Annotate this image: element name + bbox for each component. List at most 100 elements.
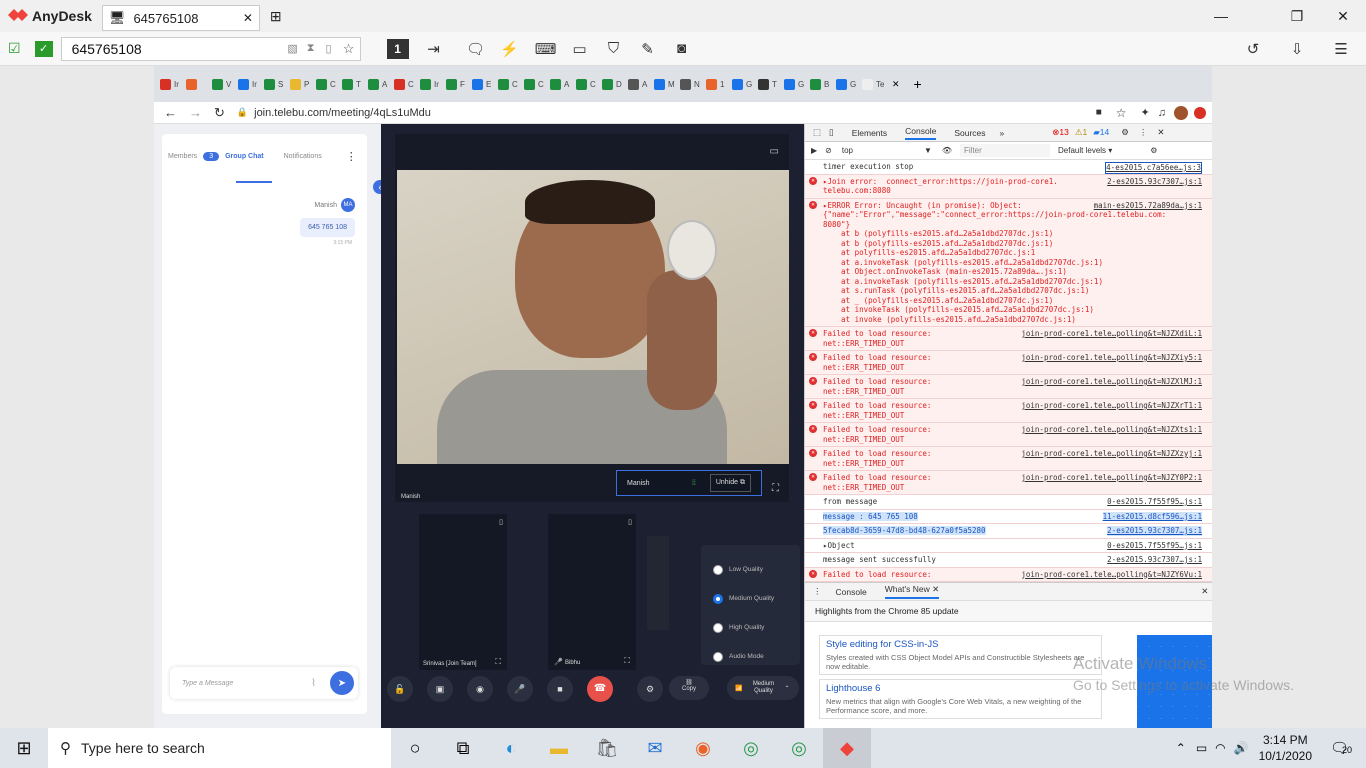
chrome-tab[interactable]: Ir: [160, 78, 182, 90]
chrome-tab[interactable]: E: [472, 78, 494, 90]
quality-button[interactable]: 📶 Medium Quality ⌃: [727, 676, 799, 700]
keyboard-icon[interactable]: ⌨: [529, 36, 563, 62]
more-options-icon[interactable]: ⋮: [346, 150, 357, 163]
chrome-tab[interactable]: Ir: [420, 78, 442, 90]
chrome-tab[interactable]: G: [784, 78, 806, 90]
star-icon[interactable]: ☆: [338, 36, 360, 62]
edge-icon[interactable]: ◐: [487, 728, 535, 768]
message-input[interactable]: Type a Message: [182, 680, 311, 687]
chrome-tab[interactable]: C: [394, 78, 416, 90]
end-call-button[interactable]: ☎: [587, 676, 613, 702]
start-button[interactable]: ⊞: [0, 728, 48, 768]
tile-expand-icon[interactable]: ⛶: [495, 657, 501, 667]
filter-input[interactable]: Filter: [960, 144, 1051, 157]
chrome-status-icon[interactable]: [1194, 106, 1206, 119]
console-source-link[interactable]: join-prod-core1.tele…polling&t=NJZXrT1:1: [1021, 401, 1202, 411]
inspect-icon[interactable]: ⬚: [813, 127, 821, 138]
chrome-tab[interactable]: D: [602, 78, 624, 90]
file-icon[interactable]: ▯: [320, 36, 338, 62]
console-entry[interactable]: message sent successfully 2-es2015.93c730…: [805, 553, 1212, 568]
chrome-tab[interactable]: M: [654, 78, 676, 90]
devtools-tab[interactable]: Console: [905, 126, 937, 140]
close-drawer-icon[interactable]: ✕: [1201, 586, 1208, 597]
chrome-tab[interactable]: 1: [706, 78, 728, 90]
console-source-link[interactable]: 2-es2015.93c7307…js:1: [1107, 526, 1202, 536]
console-entry[interactable]: ✕ Failed to load resource: net::ERR_TIMED…: [805, 375, 1212, 399]
chrome-tab[interactable]: T: [342, 78, 364, 90]
console-source-link[interactable]: join-prod-core1.tele…polling&t=NJZXzyj:1: [1021, 449, 1202, 459]
download-icon[interactable]: ⇩: [1280, 36, 1314, 62]
chrome-tab[interactable]: C: [316, 78, 338, 90]
send-button[interactable]: ➤: [330, 671, 354, 695]
console-entry[interactable]: ✕ Failed to load resource: net::ERR_TIMED…: [805, 423, 1212, 447]
reload-icon[interactable]: ↻: [214, 105, 225, 121]
actions-icon[interactable]: ⚡: [493, 36, 527, 62]
settings-button[interactable]: ⚙: [637, 676, 663, 702]
close-window-button[interactable]: ✕: [1320, 0, 1366, 32]
switch-sides-icon[interactable]: ⇥: [417, 36, 451, 62]
anydesk-taskbar-icon[interactable]: ◆: [823, 728, 871, 768]
battery-icon[interactable]: ▭: [1196, 741, 1207, 755]
menu-icon[interactable]: ☰: [1324, 36, 1358, 62]
search-box[interactable]: ⚲ Type here to search: [48, 728, 391, 768]
feature-card[interactable]: Style editing for CSS-in-JS Styles creat…: [819, 635, 1102, 675]
console-entry[interactable]: ✕ ▸ERROR Error: Uncaught (in promise): Ob…: [805, 198, 1212, 327]
attachment-icon[interactable]: ⌇: [311, 678, 316, 689]
drawer-tab[interactable]: What's New ✕: [884, 584, 940, 599]
chrome-tab[interactable]: C: [576, 78, 598, 90]
console-entry[interactable]: ✕ ▸Join error: connect_error:https://join…: [805, 174, 1212, 199]
console-entry[interactable]: ✕ Failed to load resource: join-prod-core1…: [805, 567, 1212, 582]
console-source-link[interactable]: 4-es2015.c7a56ee…js:3: [1105, 162, 1202, 174]
mail-icon[interactable]: ✉: [631, 728, 679, 768]
quality-option[interactable]: High Quality: [701, 613, 800, 642]
chrome-tab[interactable]: A: [550, 78, 572, 90]
volume-icon[interactable]: 🔊: [1234, 741, 1249, 755]
console-source-link[interactable]: 0-es2015.7f55f95…js:1: [1107, 541, 1202, 551]
console-source-link[interactable]: join-prod-core1.tele…polling&t=NJZXlMJ:1: [1021, 377, 1202, 387]
close-tab-icon[interactable]: ✕: [243, 11, 253, 25]
devtools-tab[interactable]: Sources: [954, 128, 985, 138]
whiteboard-icon[interactable]: ✎: [631, 36, 665, 62]
chrome-tab[interactable]: N: [680, 78, 702, 90]
minimize-button[interactable]: —: [1198, 0, 1244, 32]
network-icon[interactable]: ◠: [1215, 741, 1225, 755]
permissions-icon[interactable]: ⛉: [597, 36, 631, 62]
bookmark-star-icon[interactable]: ☆: [1116, 106, 1127, 120]
settings-gear-icon[interactable]: ⚙: [1121, 127, 1129, 138]
tab-notifications[interactable]: Notifications: [284, 153, 322, 160]
console-source-link[interactable]: 0-es2015.7f55f95…js:1: [1107, 497, 1202, 507]
eye-icon[interactable]: 👁: [942, 146, 952, 155]
notification-center[interactable]: 🗨 20: [1330, 739, 1366, 757]
chat-icon[interactable]: 🗨: [459, 36, 493, 62]
console-entry[interactable]: timer execution stop 4-es2015.c7a56ee…js:…: [805, 160, 1212, 175]
participant-tile[interactable]: ▯ Srinivas [Join Team] ⛶: [419, 514, 507, 670]
address-field[interactable]: 645765108 ▧ ⧗ ▯ ☆: [60, 36, 361, 62]
quality-option[interactable]: Low Quality: [701, 555, 800, 584]
chrome-tab[interactable]: S: [264, 78, 286, 90]
tile-expand-icon[interactable]: ⛶: [624, 656, 630, 666]
console-source-link[interactable]: join-prod-core1.tele…polling&t=NJZY0P2:1: [1021, 473, 1202, 483]
screenshot-icon[interactable]: ▧: [284, 36, 302, 62]
chrome-icon[interactable]: ◎: [727, 728, 775, 768]
chrome-tab[interactable]: F: [446, 78, 468, 90]
back-icon[interactable]: ←: [164, 105, 177, 120]
device-toggle-icon[interactable]: ▯: [829, 127, 834, 138]
record-button[interactable]: ◉: [467, 676, 493, 702]
extensions-icon[interactable]: ✦: [1141, 106, 1150, 119]
console-source-link[interactable]: join-prod-core1.tele…polling&t=NJZXts1:1: [1021, 425, 1202, 435]
close-devtools-icon[interactable]: ✕: [1157, 127, 1164, 138]
chrome-tab[interactable]: T: [758, 78, 780, 90]
tab-members[interactable]: Members: [168, 153, 197, 160]
screen-share-button[interactable]: ▣: [427, 676, 453, 702]
chrome-tab[interactable]: A: [368, 78, 390, 90]
console-source-link[interactable]: join-prod-core1.tele…polling&t=NJZXdiL:1: [1021, 329, 1202, 339]
console-source-link[interactable]: 2-es2015.93c7307…js:1: [1107, 555, 1202, 565]
unhide-button[interactable]: Unhide ⧉: [709, 474, 751, 492]
chrome-tab[interactable]: B: [810, 78, 832, 90]
tray-chevron-icon[interactable]: ⌃: [1176, 741, 1186, 755]
mic-button[interactable]: 🎤: [507, 676, 533, 702]
task-view-icon[interactable]: ⧉: [439, 728, 487, 768]
lock-button[interactable]: 🔓: [387, 676, 413, 702]
chrome-tab[interactable]: Ir: [238, 78, 260, 90]
tab-group-chat[interactable]: Group Chat: [225, 153, 264, 160]
